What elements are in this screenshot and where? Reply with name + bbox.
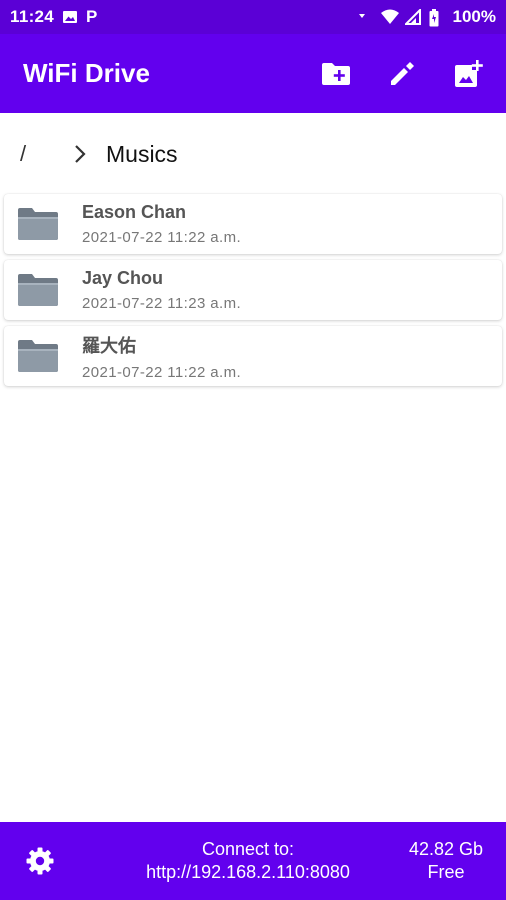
storage-label: Free [427, 862, 465, 882]
file-name: Jay Chou [82, 268, 164, 288]
edit-icon [391, 61, 414, 85]
create-folder-icon [322, 62, 350, 85]
folder-icon [18, 274, 58, 306]
gear-icon [26, 847, 54, 875]
status-time: 11:24 [10, 7, 55, 26]
file-text: Eason Chan 2021-07-22 11:22 a.m. [82, 202, 241, 246]
app-title: WiFi Drive [23, 58, 150, 88]
file-text: Jay Chou 2021-07-22 11:23 a.m. [82, 268, 241, 312]
list-item[interactable]: Jay Chou 2021-07-22 11:23 a.m. [4, 260, 502, 320]
status-left: 11:24 P [10, 7, 97, 27]
breadcrumb: / Musics [0, 130, 506, 178]
folder-icon [18, 208, 58, 240]
breadcrumb-current[interactable]: Musics [106, 141, 178, 168]
file-text: 羅大佑 2021-07-22 11:22 a.m. [82, 332, 241, 381]
edit-button[interactable] [382, 54, 422, 94]
gallery-notification-icon [62, 9, 78, 25]
app-actions [316, 54, 506, 94]
file-date: 2021-07-22 11:22 a.m. [82, 363, 242, 381]
file-name: Eason Chan [82, 202, 187, 222]
settings-button[interactable] [20, 841, 60, 881]
signal-icon [403, 7, 421, 25]
connect-url: http://192.168.2.110:8080 [146, 862, 350, 882]
file-name: 羅大佑 [82, 335, 136, 356]
list-item[interactable]: Eason Chan 2021-07-22 11:22 a.m. [4, 194, 502, 254]
create-folder-button[interactable] [316, 54, 356, 94]
parking-notification-icon: P [86, 7, 98, 26]
status-bar: 11:24 P 100% [0, 0, 506, 34]
battery-icon [429, 9, 445, 27]
bottom-bar: Connect to: http://192.168.2.110:8080 42… [0, 822, 506, 900]
wifi-icon [380, 9, 399, 25]
storage-info: 42.82 Gb Free [396, 838, 496, 884]
connect-label: Connect to: [201, 839, 295, 859]
chevron-right-icon [60, 144, 100, 164]
app-bar: WiFi Drive [0, 34, 506, 113]
list-item[interactable]: 羅大佑 2021-07-22 11:22 a.m. [4, 326, 502, 386]
file-date: 2021-07-22 11:23 a.m. [82, 295, 242, 312]
battery-level: 100% [452, 7, 496, 26]
storage-value: 42.82 Gb [408, 839, 484, 859]
status-right: 100% [357, 7, 496, 27]
sync-icon [357, 9, 373, 25]
file-list: Eason Chan 2021-07-22 11:22 a.m. Jay Cho… [4, 194, 502, 392]
add-photo-icon [455, 59, 483, 87]
add-photo-button[interactable] [448, 54, 488, 94]
folder-icon [18, 340, 58, 372]
breadcrumb-root[interactable]: / [20, 141, 46, 167]
connection-info: Connect to: http://192.168.2.110:8080 [100, 838, 396, 884]
file-date: 2021-07-22 11:22 a.m. [82, 229, 242, 246]
